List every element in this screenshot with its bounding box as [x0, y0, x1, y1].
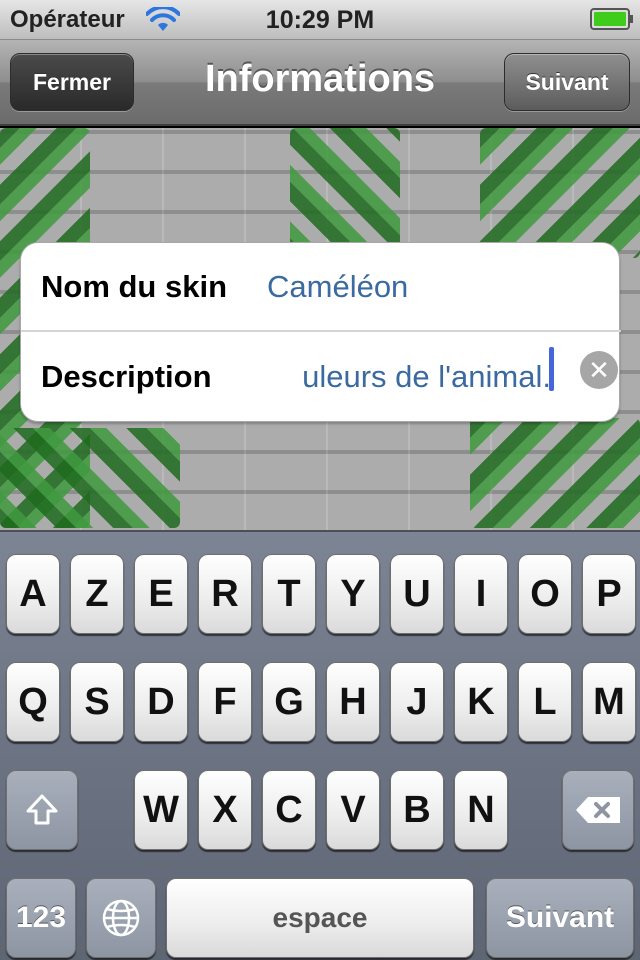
status-time: 10:29 PM [265, 6, 375, 34]
space-key[interactable]: espace [166, 878, 474, 958]
key-i[interactable]: I [454, 554, 508, 634]
text-cursor [549, 347, 554, 391]
shift-key[interactable] [6, 770, 78, 850]
key-c[interactable]: C [262, 770, 316, 850]
key-d[interactable]: D [134, 662, 188, 742]
description-text: uleurs de l'animal. [302, 359, 551, 394]
keyboard: A Z E R T Y U I O P Q S D F G H J K L M … [0, 530, 640, 960]
vine-decoration [290, 128, 400, 258]
key-t[interactable]: T [262, 554, 316, 634]
description-row[interactable]: Description uleurs de l'animal. ✕ [21, 333, 621, 422]
backspace-icon [576, 797, 620, 823]
description-label: Description [41, 359, 212, 394]
globe-icon [102, 899, 140, 937]
next-button[interactable]: Suivant [504, 53, 630, 111]
skin-name-row[interactable]: Nom du skin Caméléon [21, 243, 621, 332]
description-input[interactable]: uleurs de l'animal. [267, 359, 551, 399]
battery-icon [590, 8, 633, 30]
key-f[interactable]: F [198, 662, 252, 742]
numbers-key[interactable]: 123 [6, 878, 76, 958]
key-h[interactable]: H [326, 662, 380, 742]
key-q[interactable]: Q [6, 662, 60, 742]
vine-decoration [0, 428, 180, 528]
navigation-bar: Fermer Informations Suivant [0, 40, 640, 126]
key-a[interactable]: A [6, 554, 60, 634]
key-p[interactable]: P [582, 554, 636, 634]
skin-name-input[interactable]: Caméléon [267, 269, 408, 305]
key-r[interactable]: R [198, 554, 252, 634]
key-e[interactable]: E [134, 554, 188, 634]
key-v[interactable]: V [326, 770, 380, 850]
key-w[interactable]: W [134, 770, 188, 850]
shift-icon [26, 794, 58, 825]
vine-decoration [480, 128, 640, 258]
key-o[interactable]: O [518, 554, 572, 634]
backspace-key[interactable] [562, 770, 634, 850]
clear-circle-icon[interactable]: ✕ [580, 351, 618, 389]
key-s[interactable]: S [70, 662, 124, 742]
skin-info-form: Nom du skin Caméléon Description uleurs … [20, 242, 621, 422]
status-bar: Opérateur 10:29 PM [0, 0, 640, 40]
return-key[interactable]: Suivant [486, 878, 634, 958]
key-x[interactable]: X [198, 770, 252, 850]
key-j[interactable]: J [390, 662, 444, 742]
key-l[interactable]: L [518, 662, 572, 742]
key-m[interactable]: M [582, 662, 636, 742]
globe-key[interactable] [86, 878, 156, 958]
key-z[interactable]: Z [70, 554, 124, 634]
key-k[interactable]: K [454, 662, 508, 742]
key-n[interactable]: N [454, 770, 508, 850]
key-g[interactable]: G [262, 662, 316, 742]
key-b[interactable]: B [390, 770, 444, 850]
key-u[interactable]: U [390, 554, 444, 634]
skin-name-label: Nom du skin [41, 269, 228, 304]
key-y[interactable]: Y [326, 554, 380, 634]
vine-decoration [470, 418, 640, 528]
